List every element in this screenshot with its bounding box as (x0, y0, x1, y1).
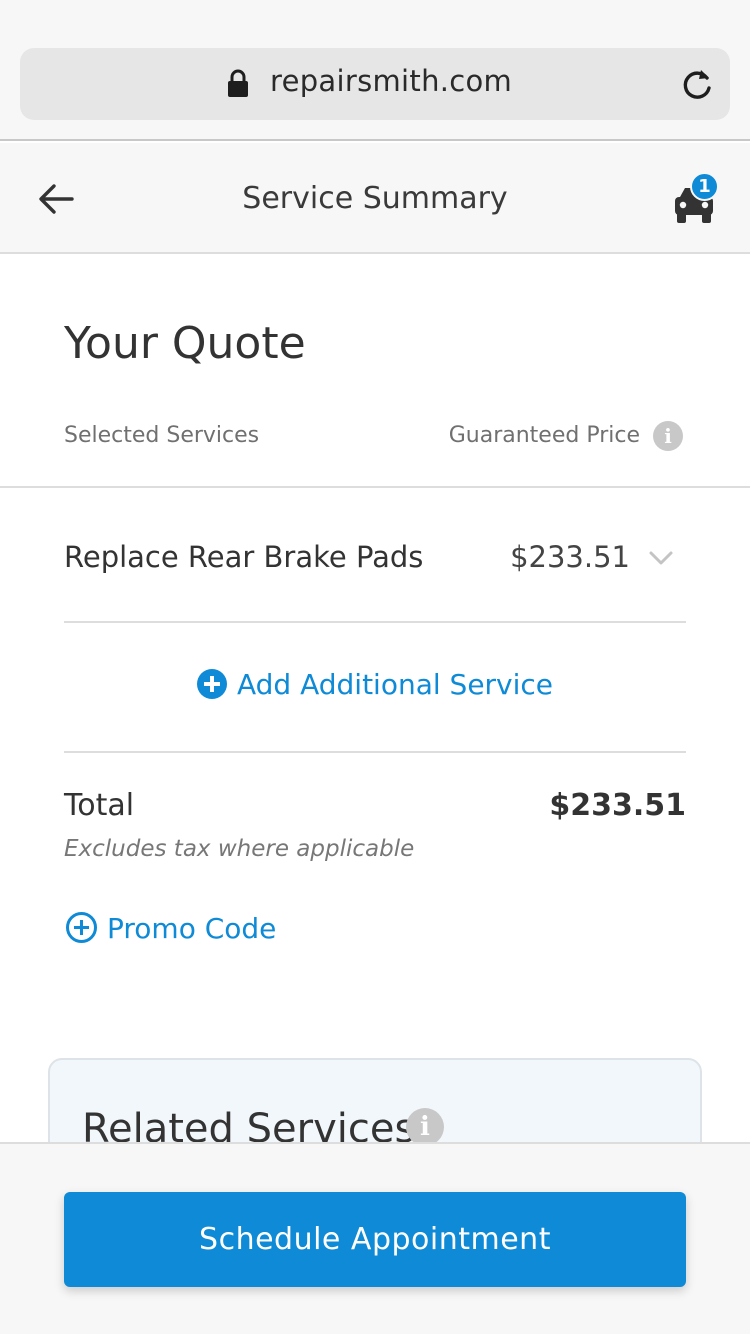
lock-icon (228, 69, 248, 97)
guaranteed-price-label: Guaranteed Price (448, 423, 640, 448)
plus-circle-icon (196, 669, 227, 699)
promo-code-button[interactable]: Promo Code (66, 912, 276, 945)
selected-services-label: Selected Services (64, 423, 260, 448)
total-label: Total (64, 788, 135, 823)
reload-icon[interactable] (680, 66, 714, 102)
service-name: Replace Rear Brake Pads (64, 540, 424, 574)
quote-title: Your Quote (64, 318, 306, 369)
service-price: $233.51 (510, 540, 630, 574)
promo-code-label: Promo Code (107, 912, 277, 945)
total-value: $233.51 (549, 788, 686, 823)
bottom-action-bar: Schedule Appointment (0, 1142, 750, 1334)
info-icon[interactable]: i (406, 1108, 444, 1146)
add-service-button[interactable]: Add Additional Service (0, 668, 750, 701)
info-icon[interactable]: i (653, 421, 683, 451)
chevron-down-icon[interactable] (648, 548, 674, 568)
divider (64, 621, 686, 623)
page-title: Service Summary (242, 181, 508, 216)
add-service-label: Add Additional Service (236, 668, 554, 701)
tax-note: Excludes tax where applicable (64, 836, 415, 862)
browser-bar: repairsmith.com (0, 0, 750, 141)
url-text[interactable]: repairsmith.com (270, 64, 512, 98)
divider (64, 751, 686, 753)
plus-circle-outline-icon (66, 912, 97, 943)
cart-count-badge: 1 (690, 172, 719, 201)
divider (0, 486, 750, 488)
app-header: Service Summary 1 (0, 143, 750, 254)
schedule-appointment-button[interactable]: Schedule Appointment (64, 1192, 686, 1287)
